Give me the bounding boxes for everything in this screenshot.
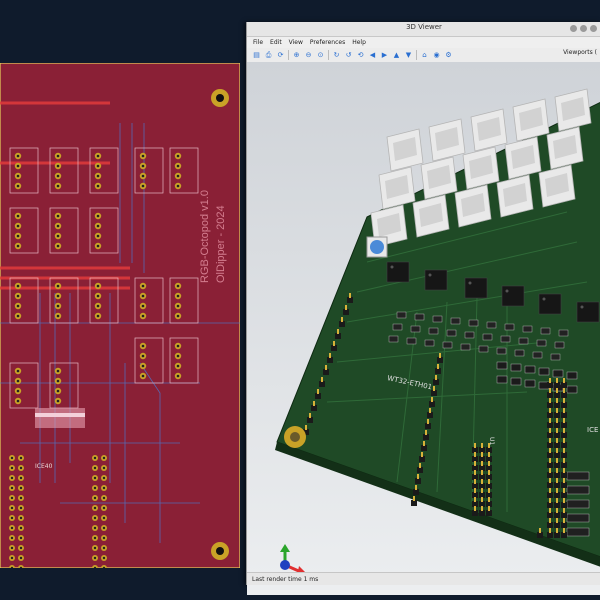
refresh-icon[interactable]: ⟳ — [276, 51, 285, 60]
menu-preferences[interactable]: Preferences — [310, 39, 345, 46]
3d-viewer-window: 3D Viewer File Edit View Preferences Hel… — [246, 22, 600, 595]
3d-render-canvas[interactable]: WT32-ETH01 U1 ICE — [247, 62, 600, 595]
home-icon[interactable]: ⌂ — [420, 51, 429, 60]
status-bar: Last render time 1 ms — [247, 572, 600, 585]
toolbar-separator — [328, 50, 329, 60]
zoom-fit-icon[interactable]: ⊙ — [316, 51, 325, 60]
close-button[interactable] — [590, 25, 597, 32]
pcb-board-text-2: OlDipper - 2024 — [215, 205, 227, 283]
zoom-out-icon[interactable]: ⊖ — [304, 51, 313, 60]
camera-icon[interactable]: ◉ — [432, 51, 441, 60]
reset-button-3d — [366, 236, 388, 258]
window-title: 3D Viewer — [406, 23, 442, 31]
rotate-x-icon[interactable]: ↻ — [332, 51, 341, 60]
maximize-button[interactable] — [580, 25, 587, 32]
pcb-board-2d: RGB-Octopod v1.0 OlDipper - 2024 ICE40 — [0, 63, 240, 568]
render-time-status: Last render time 1 ms — [252, 576, 319, 583]
arrow-left-icon[interactable]: ◀ — [368, 51, 377, 60]
file-icon[interactable]: ▤ — [252, 51, 261, 60]
toolbar-separator — [416, 50, 417, 60]
arrow-right-icon[interactable]: ▶ — [380, 51, 389, 60]
mounting-hole-3d — [284, 426, 306, 448]
pcb-board-text-1: RGB-Octopod v1.0 — [199, 190, 211, 283]
minimize-button[interactable] — [570, 25, 577, 32]
menu-view[interactable]: View — [289, 39, 303, 46]
menu-file[interactable]: File — [253, 39, 263, 46]
rotate-z-icon[interactable]: ⟲ — [356, 51, 365, 60]
arrow-up-icon[interactable]: ▲ — [392, 51, 401, 60]
viewports-dropdown[interactable]: Viewports ( — [563, 49, 597, 56]
settings-icon[interactable]: ⚙ — [444, 51, 453, 60]
3d-board-render: WT32-ETH01 U1 ICE — [275, 88, 600, 576]
toolbar: ▤ ⎙ ⟳ ⊕ ⊖ ⊙ ↻ ↺ ⟲ ◀ ▶ ▲ ▼ ⌂ ◉ ⚙ — [247, 48, 600, 63]
label-ice: ICE — [587, 426, 598, 434]
label-u1: U1 — [488, 437, 495, 445]
toolbar-separator — [288, 50, 289, 60]
arrow-down-icon[interactable]: ▼ — [404, 51, 413, 60]
menu-bar: File Edit View Preferences Help — [247, 37, 600, 48]
menu-help[interactable]: Help — [352, 39, 366, 46]
smd-row — [35, 408, 85, 428]
rotate-y-icon[interactable]: ↺ — [344, 51, 353, 60]
zoom-in-icon[interactable]: ⊕ — [292, 51, 301, 60]
window-titlebar[interactable]: 3D Viewer — [247, 22, 600, 37]
pcb-label-ice: ICE40 — [35, 463, 53, 470]
print-icon[interactable]: ⎙ — [264, 51, 273, 60]
menu-edit[interactable]: Edit — [270, 39, 282, 46]
